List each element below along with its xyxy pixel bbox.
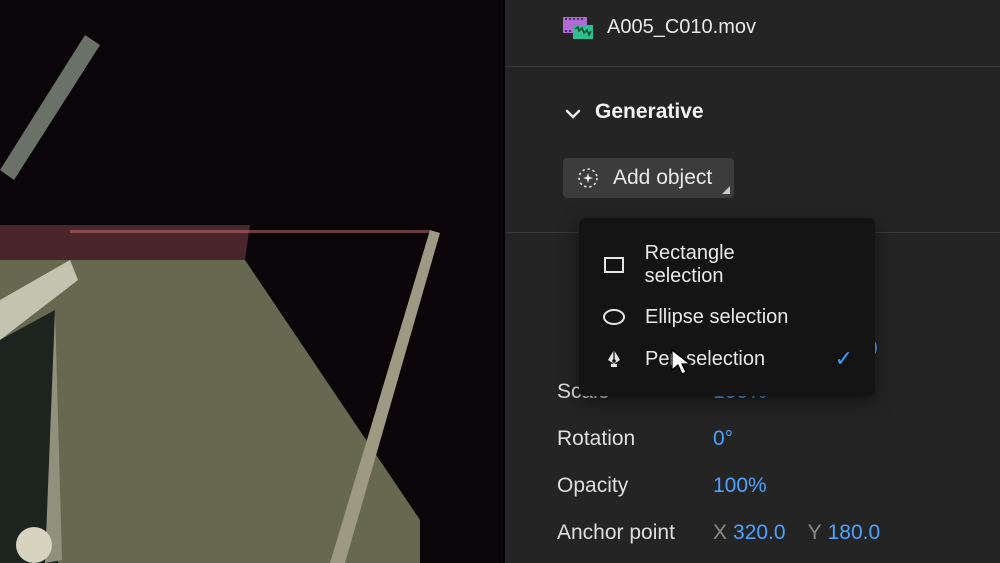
section-generative-header[interactable]: Generative (565, 100, 704, 124)
section-title: Generative (595, 100, 704, 124)
rectangle-icon (601, 253, 627, 277)
preview-pane (0, 0, 503, 563)
properties-panel: A005_C010.mov Generative Add object 0 Re… (505, 0, 1000, 563)
clip-filename: A005_C010.mov (607, 16, 756, 39)
rotation-value[interactable]: 0° (713, 427, 733, 451)
menu-item-ellipse-selection[interactable]: Ellipse selection ✓ (579, 296, 875, 338)
separator (505, 66, 1000, 67)
check-icon: ✓ (835, 346, 853, 372)
ellipse-icon (601, 305, 627, 329)
preview-thumbnail (0, 0, 503, 563)
property-label: Rotation (557, 427, 713, 451)
pen-icon (601, 347, 627, 371)
menu-item-rectangle-selection[interactable]: Rectangle selection ✓ (579, 234, 875, 296)
video-clip-icon (563, 17, 593, 39)
chevron-down-icon (565, 104, 581, 120)
menu-item-label: Pen selection (645, 348, 765, 371)
axis-label-y: Y (808, 521, 822, 544)
axis-label-x: X (713, 521, 727, 544)
add-object-button[interactable]: Add object (563, 158, 734, 198)
selection-tool-popover: Rectangle selection ✓ Ellipse selection … (579, 218, 875, 396)
property-anchor-point: Anchor point X 320.0 Y 180.0 (557, 521, 976, 545)
menu-item-label: Ellipse selection (645, 306, 788, 329)
opacity-value[interactable]: 100% (713, 474, 767, 498)
generative-sparkle-icon (577, 167, 599, 189)
dropdown-indicator-icon (722, 186, 730, 194)
property-label: Anchor point (557, 521, 713, 545)
menu-item-label: Rectangle selection (645, 242, 817, 288)
property-rotation: Rotation 0° (557, 427, 976, 451)
anchor-y-value[interactable]: 180.0 (828, 521, 881, 544)
property-opacity: Opacity 100% (557, 474, 976, 498)
menu-item-pen-selection[interactable]: Pen selection ✓ (579, 338, 875, 380)
anchor-x-value[interactable]: 320.0 (733, 521, 786, 544)
add-object-label: Add object (613, 166, 712, 190)
clip-header[interactable]: A005_C010.mov (563, 16, 756, 39)
property-label: Opacity (557, 474, 713, 498)
